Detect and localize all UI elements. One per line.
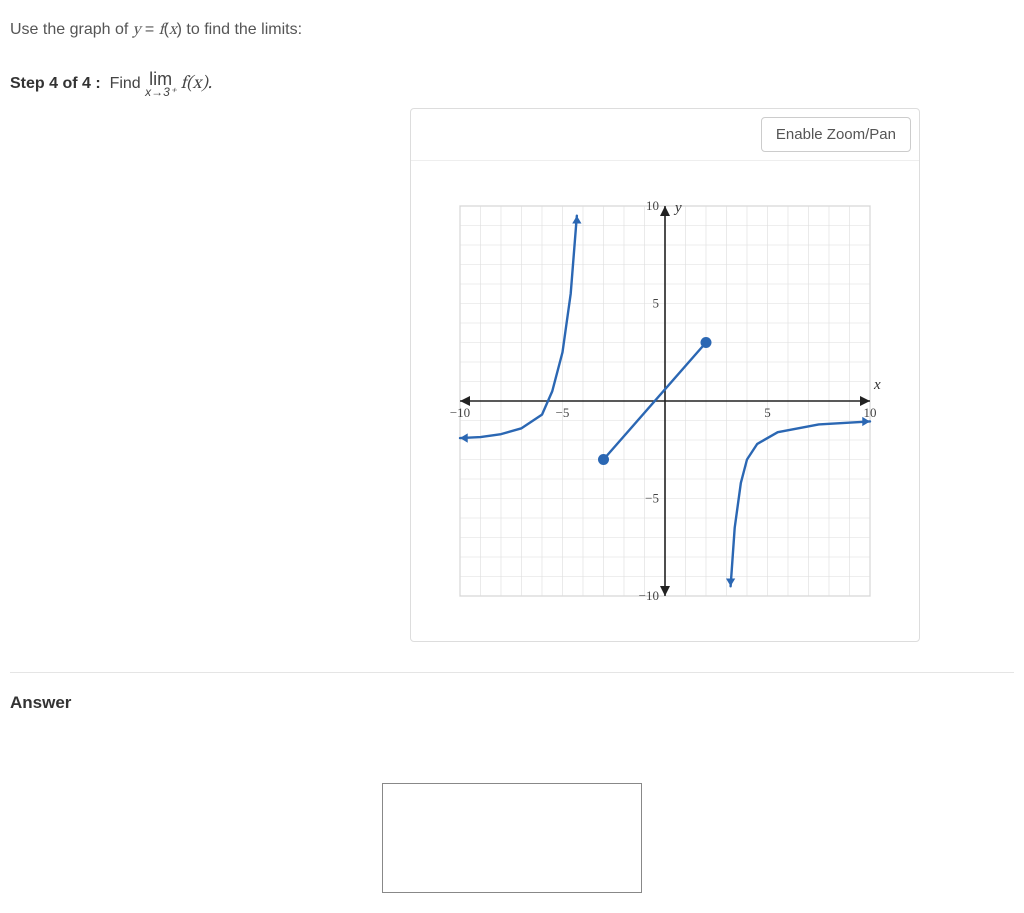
answer-row — [10, 783, 1014, 893]
answer-input[interactable] — [382, 783, 642, 893]
step-prefix: Find — [110, 75, 141, 92]
lim-approach: x→3⁺ — [145, 86, 176, 98]
answer-heading: Answer — [10, 693, 1014, 713]
graph-body: y x −10 −5 5 10 −10 −5 5 10 — [411, 161, 919, 641]
svg-text:−10: −10 — [639, 588, 659, 603]
limit-function: f(x). — [181, 75, 212, 93]
step-line: Step 4 of 4 : Find lim x→3⁺ f(x). — [10, 70, 1014, 98]
graph-toolbar: Enable Zoom/Pan — [411, 109, 919, 161]
graph-panel: Enable Zoom/Pan y x −10 −5 5 10 −10 −5 5 10 — [410, 108, 920, 642]
svg-text:x: x — [873, 377, 881, 393]
svg-text:5: 5 — [653, 296, 660, 311]
section-divider — [10, 672, 1014, 673]
svg-text:y: y — [673, 200, 682, 216]
svg-text:10: 10 — [646, 198, 659, 213]
svg-text:5: 5 — [764, 405, 771, 420]
graph-svg: y x −10 −5 5 10 −10 −5 5 10 — [435, 181, 895, 621]
step-label: Step 4 of 4 : — [10, 75, 101, 92]
svg-text:−5: −5 — [645, 491, 659, 506]
svg-text:−5: −5 — [556, 405, 570, 420]
enable-zoom-button[interactable]: Enable Zoom/Pan — [761, 117, 911, 152]
svg-text:−10: −10 — [450, 405, 470, 420]
question-prompt: Use the graph of y = f(x) to find the li… — [10, 20, 1014, 40]
svg-text:10: 10 — [864, 405, 877, 420]
